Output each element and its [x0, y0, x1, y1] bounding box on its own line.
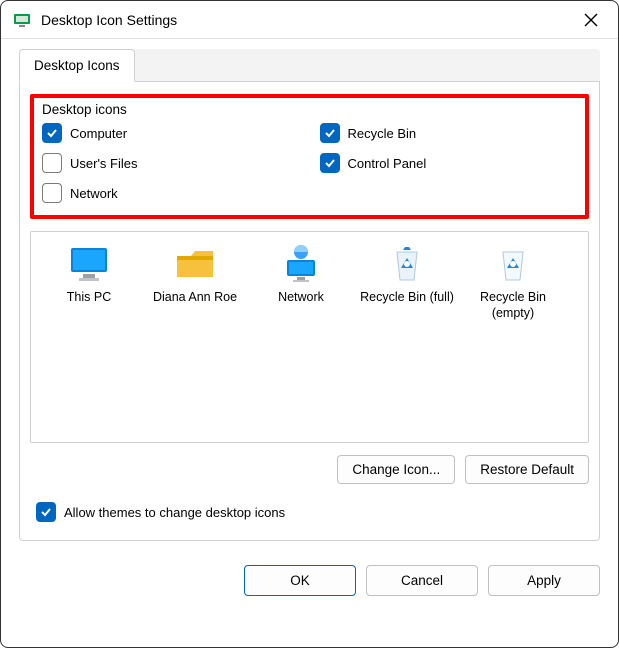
checkbox-allow-themes[interactable]: [36, 502, 56, 522]
icon-preview-pane: This PC Diana Ann Roe: [30, 231, 589, 443]
checkbox-row-usersfiles: User's Files: [42, 153, 300, 173]
preview-item-recyclefull[interactable]: Recycle Bin (full): [357, 244, 457, 306]
checkbox-label: Control Panel: [348, 156, 427, 171]
apply-button[interactable]: Apply: [488, 565, 600, 596]
checkbox-row-controlpanel: Control Panel: [320, 153, 578, 173]
change-icon-button[interactable]: Change Icon...: [337, 455, 455, 484]
themes-checkbox-row: Allow themes to change desktop icons: [36, 502, 589, 522]
tabstrip: Desktop Icons: [19, 49, 600, 82]
preview-label: Recycle Bin (empty): [463, 290, 563, 321]
cancel-button[interactable]: Cancel: [366, 565, 478, 596]
checkbox-network[interactable]: [42, 183, 62, 203]
ok-button[interactable]: OK: [244, 565, 356, 596]
titlebar: Desktop Icon Settings: [1, 1, 618, 39]
preview-item-recycleempty[interactable]: Recycle Bin (empty): [463, 244, 563, 321]
preview-label: Diana Ann Roe: [145, 290, 245, 306]
restore-default-button[interactable]: Restore Default: [465, 455, 589, 484]
checkbox-label: Network: [70, 186, 118, 201]
window-title: Desktop Icon Settings: [41, 12, 576, 28]
preview-item-thispc[interactable]: This PC: [39, 244, 139, 306]
checkbox-label: Recycle Bin: [348, 126, 417, 141]
checkbox-row-recyclebin: Recycle Bin: [320, 123, 578, 143]
recycle-full-icon: [385, 244, 429, 284]
tab-panel: Desktop icons Computer Recycle Bin: [19, 82, 600, 541]
checkbox-controlpanel[interactable]: [320, 153, 340, 173]
checkbox-label: User's Files: [70, 156, 138, 171]
preview-label: This PC: [39, 290, 139, 306]
checkbox-computer[interactable]: [42, 123, 62, 143]
tab-desktop-icons[interactable]: Desktop Icons: [19, 49, 135, 82]
checkbox-row-computer: Computer: [42, 123, 300, 143]
recycle-empty-icon: [491, 244, 535, 284]
folder-icon: [173, 244, 217, 284]
close-icon[interactable]: [576, 5, 606, 35]
checkbox-recyclebin[interactable]: [320, 123, 340, 143]
checkbox-label: Computer: [70, 126, 127, 141]
monitor-icon: [67, 244, 111, 284]
network-icon: [279, 244, 323, 284]
preview-label: Network: [251, 290, 351, 306]
footer-buttons: OK Cancel Apply: [1, 555, 618, 612]
desktop-icons-group-highlight: Desktop icons Computer Recycle Bin: [30, 94, 589, 219]
preview-label: Recycle Bin (full): [357, 290, 457, 306]
checkbox-usersfiles[interactable]: [42, 153, 62, 173]
preview-item-network[interactable]: Network: [251, 244, 351, 306]
app-icon: [13, 11, 31, 29]
group-caption: Desktop icons: [42, 102, 577, 117]
checkbox-label: Allow themes to change desktop icons: [64, 505, 285, 520]
preview-item-userfolder[interactable]: Diana Ann Roe: [145, 244, 245, 306]
checkbox-row-network: Network: [42, 183, 300, 203]
